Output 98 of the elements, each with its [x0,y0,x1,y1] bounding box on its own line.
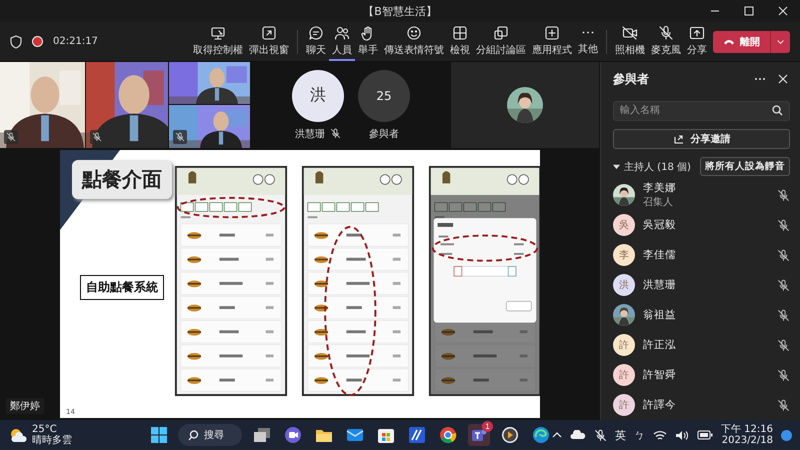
avatar-initial: 許 [613,334,635,356]
language-indicator[interactable]: 英 [615,428,626,442]
cloud-icon[interactable] [570,430,586,440]
participant-name: 許譯今 [643,398,677,412]
play-icon[interactable] [499,424,521,446]
mic-off-icon [175,132,185,142]
chrome-icon[interactable] [437,424,459,446]
toolbar-button[interactable]: 應用程式 [529,22,575,61]
participant-name: 李佳儒 [643,248,677,262]
participant-name: 翁祖益 [643,308,677,322]
search-input[interactable]: 輸入名稱 [620,102,772,120]
input-mode-indicator[interactable]: ㄅ [634,428,645,442]
smiley-icon [406,25,422,41]
avatar-initial: 吳 [613,214,635,236]
grid-icon [452,25,468,41]
slide-caption: 自助點餐系統 [80,275,164,300]
share-icon [689,25,705,41]
participant-name: 吳冠毅 [643,218,677,232]
mic-off-icon [777,398,790,412]
participant-name: 李美娜 [643,181,677,195]
mic-off-icon [777,188,790,202]
volume-icon[interactable] [675,430,689,440]
video-chat-icon[interactable] [282,424,304,446]
chevron-up-icon[interactable] [552,432,562,438]
weather-icon[interactable] [8,427,28,443]
mic-off-icon [658,25,674,41]
more-icon [582,31,594,34]
plus-icon [544,25,560,41]
toolbar-button[interactable]: 舉手 [355,22,381,61]
participant-name: 洪慧珊 [643,278,677,292]
share-invite-button[interactable]: 分享邀請 [613,129,790,149]
edge-icon[interactable] [530,424,552,446]
toolbar-button[interactable]: 取得控制權 [190,22,246,61]
clock-time[interactable]: 下午 12:16 [721,424,773,435]
teams-button[interactable]: 1 [468,424,490,446]
temperature: 25°C [32,424,58,435]
participant-name: 許正泓 [643,338,677,352]
toolbar-button[interactable]: 彈出視窗 [246,22,292,61]
avatar-initial: 洪 [292,70,344,122]
toolbar-button[interactable]: 麥克風 [648,22,684,61]
screen-icon [210,25,226,41]
squares-icon [493,25,509,41]
toolbar-button[interactable]: 分組討論區 [473,22,529,61]
phone-icon [723,38,735,46]
start-icon[interactable] [149,425,169,445]
stripes-app-icon[interactable] [406,424,428,446]
wifi-icon[interactable] [653,430,667,440]
avatar-initial: 李 [613,244,635,266]
panel-title: 參與者 [613,70,649,88]
chat-icon [308,25,324,41]
mic-off-icon [330,128,341,139]
toolbar-button[interactable]: 傳送表情符號 [381,22,447,61]
share-icon [672,133,684,146]
notification-badge: 1 [482,421,493,432]
leave-options-button[interactable] [770,30,790,52]
section-label: 主持人 (18 個) [624,160,691,174]
mic-off-icon [777,278,790,292]
shield-icon[interactable] [10,34,22,48]
mic-off-icon [777,338,790,352]
mic-off-icon [594,428,607,442]
chevron-down-icon [777,38,784,44]
mic-off-icon [777,308,790,322]
toolbar-button[interactable]: 聊天 [303,22,329,61]
taskbar-search[interactable]: 搜尋 [178,424,242,446]
slide-title: 點餐介面 [72,160,172,199]
avatar-initial: 許 [613,394,635,416]
search-icon [188,430,199,440]
toolbar-button[interactable]: 其他 [575,22,601,61]
notification-dot[interactable] [781,430,792,440]
participant-label: 參與者 [369,128,399,140]
participant-count[interactable]: 25 [358,70,410,122]
mic-off-icon [777,248,790,262]
toolbar-button[interactable]: 照相機 [612,22,648,61]
window-title: 【B智慧生活】 [363,4,437,18]
avatar-initial: 許 [613,364,635,386]
search-icon [772,105,783,116]
clock-date[interactable]: 2023/2/18 [722,435,773,446]
weather-condition: 晴時多雲 [32,435,72,446]
participant-name: 洪慧珊 [295,128,325,140]
popout-icon [261,25,277,41]
search-field[interactable]: 輸入名稱 [613,100,790,122]
people-icon [334,25,350,41]
camera-off-icon [622,25,638,41]
participant-name: 許智舜 [643,368,677,382]
caret-icon[interactable] [613,163,620,170]
meeting-timer: 02:21:17 [53,36,98,47]
mute-all-button[interactable]: 將所有人設為靜音 [700,157,790,176]
mic-off-icon [6,132,16,142]
task-view-icon[interactable] [251,425,273,445]
toolbar-button[interactable]: 檢視 [447,22,473,61]
avatar-initial: 洪 [613,274,635,296]
mic-off-icon [777,368,790,382]
toolbar-button[interactable]: 分享 [684,22,710,61]
mic-off-icon [777,218,790,232]
leave-button[interactable]: 離開 [713,30,770,52]
presenter-name: 鄭伊婷 [6,398,44,414]
participant-role: 召集人 [643,196,674,209]
battery-icon[interactable] [697,430,713,440]
